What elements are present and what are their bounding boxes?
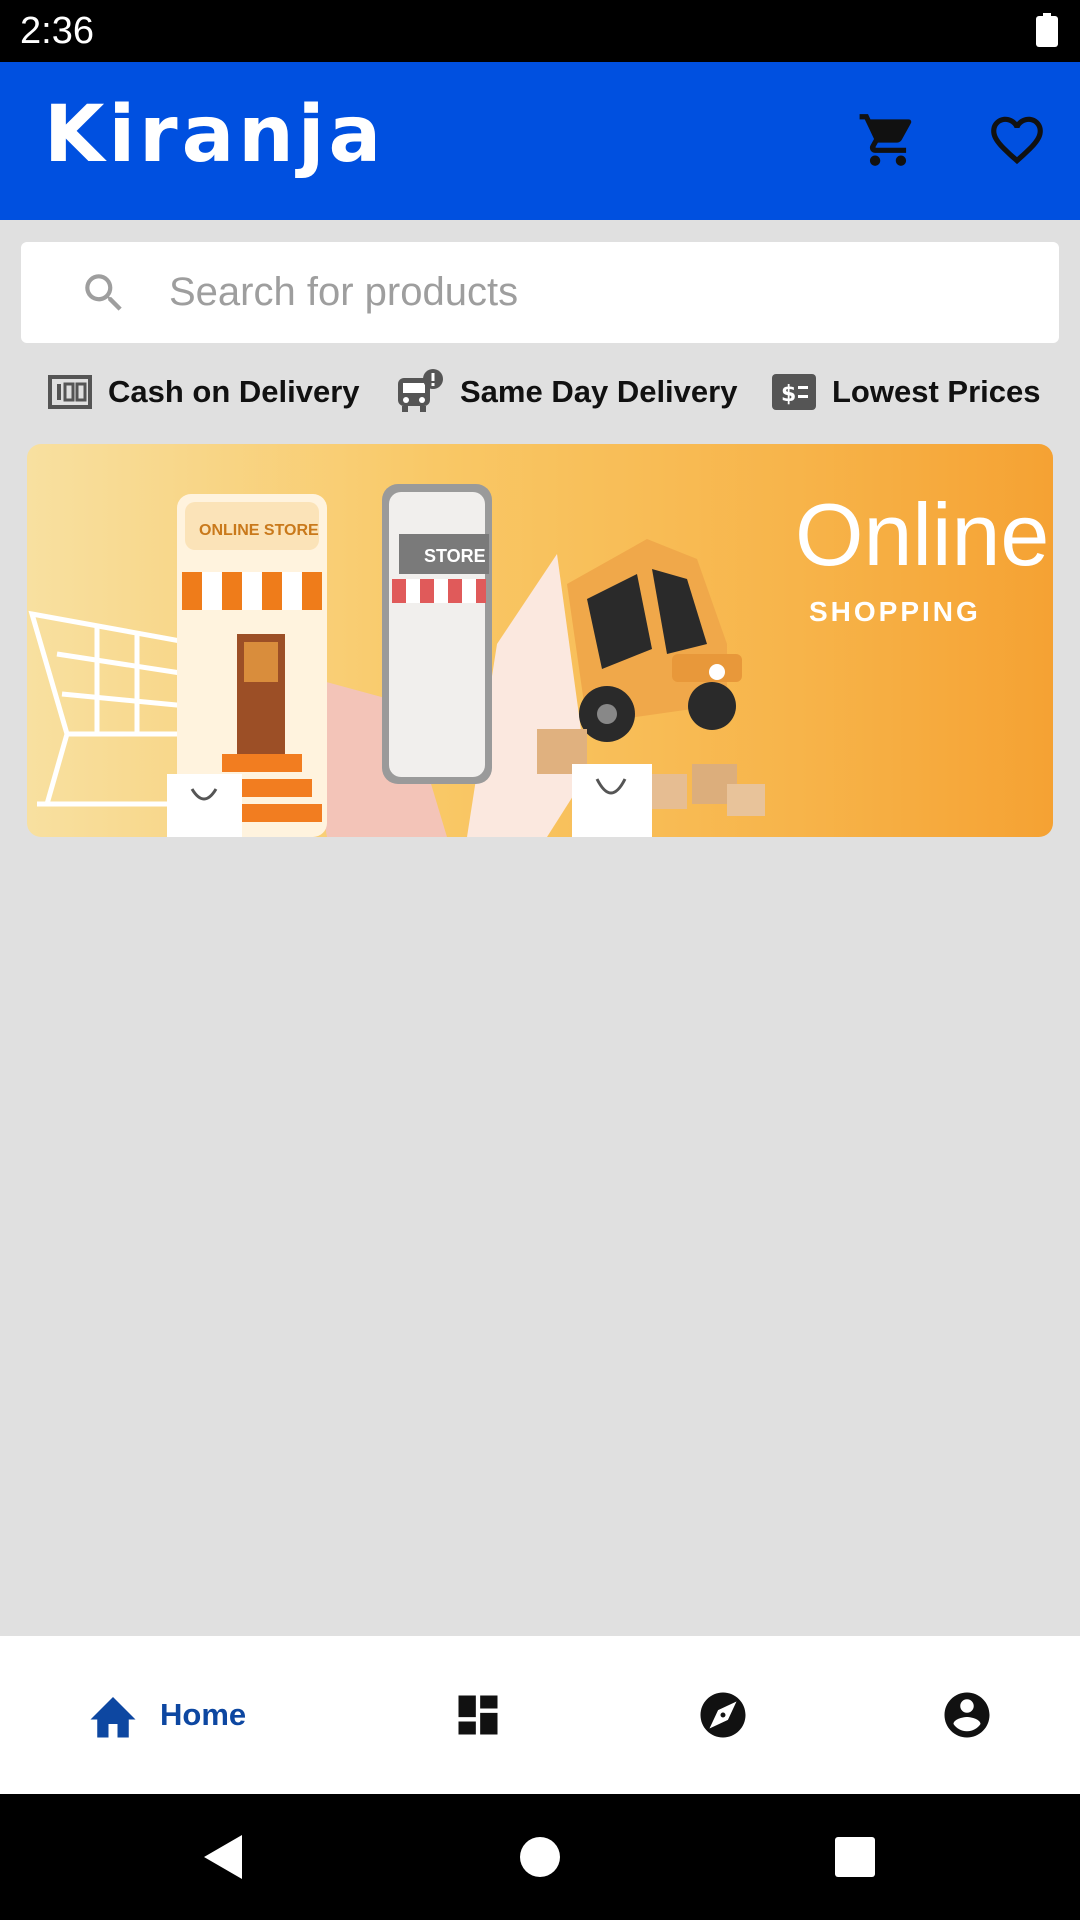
home-icon <box>90 1697 136 1738</box>
status-bar: 2:36 <box>0 0 1080 62</box>
nav-label: Home <box>160 1697 247 1732</box>
nav-account[interactable] <box>940 1636 994 1794</box>
price-tag-icon: $ <box>772 374 816 410</box>
feature-cash-on-delivery: Cash on Delivery <box>48 362 360 422</box>
feature-lowest-prices: $ Lowest Prices <box>772 362 1040 422</box>
phone-awning <box>392 579 486 603</box>
banner-subtitle: SHOPPING <box>809 596 981 627</box>
system-navigation-bar <box>0 1794 1080 1920</box>
feature-label: Cash on Delivery <box>108 374 360 409</box>
feature-same-day-delivery: Same Day Delivery <box>396 362 737 422</box>
account-icon <box>944 1692 990 1738</box>
feature-label: Same Day Delivery <box>460 374 738 409</box>
heart-icon[interactable] <box>979 102 1055 178</box>
search-input[interactable] <box>147 242 1049 343</box>
app-title: Kiranja <box>44 90 386 180</box>
bus-alert-icon <box>398 369 443 412</box>
promo-banner[interactable]: ONLINE STORE STORE Online. SHOPPING <box>27 444 1053 837</box>
feature-label: Lowest Prices <box>832 374 1041 409</box>
bottom-navigation: Home <box>0 1636 1080 1794</box>
features-strip: Cash on Delivery Same Day Delivery $ Low… <box>0 362 1080 422</box>
nav-categories[interactable] <box>452 1636 504 1794</box>
svg-text:$: $ <box>781 382 796 407</box>
nav-explore[interactable] <box>696 1636 750 1794</box>
battery-icon <box>1036 13 1058 47</box>
cash-icon <box>48 375 92 409</box>
recents-icon[interactable] <box>830 1832 880 1882</box>
banner-title: Online. <box>795 485 1053 584</box>
app-bar: Kiranja <box>0 62 1080 220</box>
cart-icon[interactable] <box>850 102 926 178</box>
dashboard-icon <box>458 1695 498 1735</box>
status-time: 2:36 <box>20 10 94 52</box>
explore-icon <box>700 1692 746 1738</box>
svg-text:STORE: STORE <box>424 546 486 566</box>
back-icon[interactable] <box>200 1832 250 1882</box>
van-illustration <box>567 539 742 742</box>
home-button-icon[interactable] <box>515 1832 565 1882</box>
search-box[interactable] <box>21 242 1059 343</box>
nav-home[interactable]: Home <box>86 1636 246 1794</box>
store-awning <box>182 572 322 610</box>
svg-text:ONLINE STORE: ONLINE STORE <box>199 522 319 539</box>
search-icon <box>85 274 122 311</box>
